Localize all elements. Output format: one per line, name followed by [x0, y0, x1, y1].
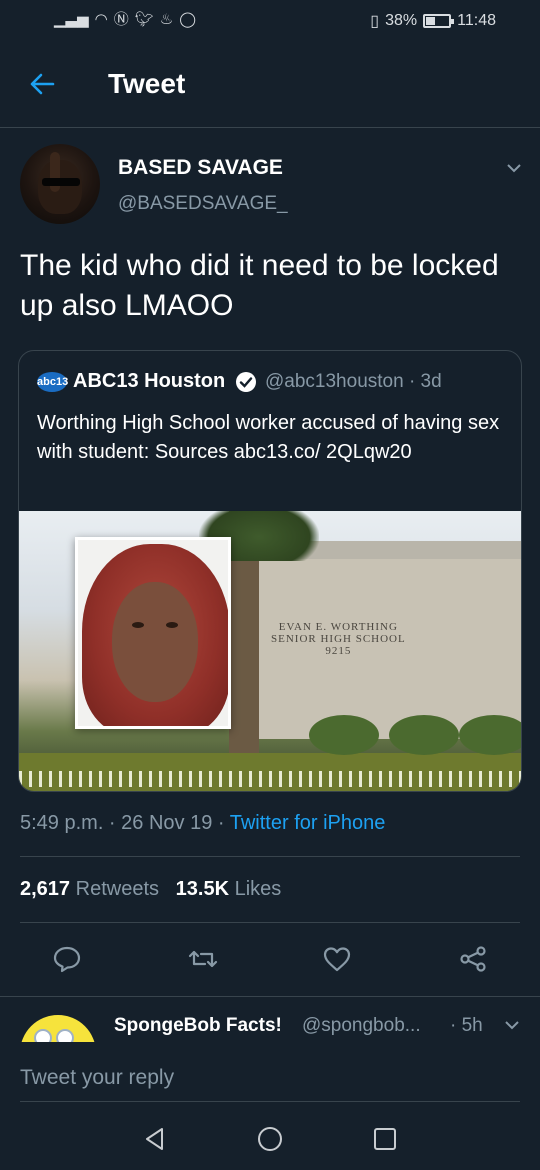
reply-tweet-preview[interactable]: SpongeBob Facts! @spongbob... · 5h	[0, 996, 540, 1042]
retweets-label[interactable]: Retweets	[76, 878, 159, 900]
tweet-timestamp: 5:49 p.m. · 26 Nov 19 · Twitter for iPho…	[20, 812, 385, 835]
author-handle[interactable]: @BASEDSAVAGE_	[118, 193, 288, 215]
chevron-down-icon[interactable]	[504, 1017, 520, 1033]
back-arrow-icon[interactable]	[28, 70, 56, 98]
vibrate-icon: ▯	[370, 13, 380, 30]
likes-count[interactable]: 13.5K	[176, 878, 229, 900]
reply-avatar[interactable]	[20, 1015, 96, 1042]
clock: 11:48	[457, 12, 496, 29]
like-icon[interactable]	[322, 944, 352, 974]
divider	[20, 856, 520, 857]
tweet-stats: 2,617 Retweets 13.5K Likes	[20, 878, 281, 901]
retweet-icon[interactable]	[188, 944, 218, 974]
author-name[interactable]: BASED SAVAGE	[118, 156, 283, 180]
tweet-text: The kid who did it need to be locked up …	[20, 249, 499, 322]
reply-icon[interactable]	[52, 944, 82, 974]
mugshot-photo	[75, 537, 231, 729]
reply-input-placeholder[interactable]: Tweet your reply	[20, 1066, 174, 1090]
chevron-down-icon[interactable]	[506, 160, 522, 176]
quoted-tweet-text: Worthing High School worker accused of h…	[37, 412, 500, 463]
retweets-count[interactable]: 2,617	[20, 878, 70, 900]
tinder-icon: ♨	[159, 11, 174, 28]
status-bar: ▁▃▅ ◠ Ⓝ 🐦︎ ♨ ◯ ▯ 38% 11:48	[0, 0, 540, 44]
twitter-icon: 🐦︎	[134, 11, 154, 28]
source-link[interactable]: Twitter for iPhone	[230, 812, 386, 834]
tweet-actions	[0, 944, 540, 978]
page-title: Tweet	[108, 68, 186, 99]
verified-badge-icon	[236, 372, 256, 392]
battery-icon	[423, 14, 455, 28]
reply-time: · 5h	[450, 1015, 483, 1036]
quoted-author-name: ABC13 Houston	[73, 370, 226, 392]
likes-label[interactable]: Likes	[235, 878, 282, 900]
quoted-tweet-card[interactable]: abc13 ABC13 Houston @abc13houston · 3d W…	[18, 350, 522, 792]
avatar[interactable]	[20, 144, 100, 224]
divider	[20, 922, 520, 923]
image-sign-text: EVAN E. WORTHING SENIOR HIGH SCHOOL 9215	[271, 621, 406, 657]
quoted-tweet-image[interactable]: EVAN E. WORTHING SENIOR HIGH SCHOOL 9215	[19, 511, 521, 791]
nav-home-icon[interactable]	[257, 1126, 283, 1152]
abc13-logo-icon: abc13	[37, 372, 68, 392]
wifi-icon: ◠	[94, 11, 108, 28]
signal-icon: ▁▃▅	[54, 11, 89, 28]
status-icons: ▁▃▅ ◠ Ⓝ 🐦︎ ♨ ◯	[54, 11, 196, 29]
system-nav-bar	[0, 1104, 540, 1170]
nav-back-icon[interactable]	[142, 1126, 168, 1152]
quoted-handle-time: @abc13houston · 3d	[265, 371, 442, 392]
app-header: Tweet	[0, 44, 540, 128]
reply-input-bar[interactable]: Tweet your reply	[0, 1042, 540, 1104]
reply-author-handle: @spongbob...	[302, 1015, 421, 1036]
battery-percent: 38%	[385, 12, 418, 29]
reply-author-name: SpongeBob Facts!	[114, 1015, 282, 1036]
share-icon[interactable]	[458, 944, 488, 974]
nfc-icon: Ⓝ	[113, 11, 129, 28]
nav-recents-icon[interactable]	[372, 1126, 398, 1152]
timestamp-text: 5:49 p.m. · 26 Nov 19 ·	[20, 812, 230, 834]
whatsapp-icon: ◯	[179, 11, 197, 28]
